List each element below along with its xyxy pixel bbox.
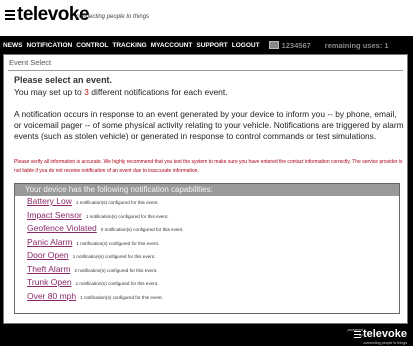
nav-tracking[interactable]: TRACKING [112,42,146,49]
main-nav: NEWS NOTIFICATION CONTROL TRACKING MYACC… [0,36,413,54]
capabilities-header: Your device has the following notificati… [15,184,399,196]
notification-explanation: A notification occurs in response to an … [14,109,404,141]
nav-myaccount[interactable]: MYACCOUNT [151,42,193,49]
event-link-theft-alarm[interactable]: Theft Alarm [27,264,70,274]
brand-tagline: connecting people to things [76,14,150,20]
accuracy-warning: Please verify all information is accurat… [14,159,403,174]
section-title: Event Select [9,58,52,67]
event-count: 1 notification(s) configured for this ev… [76,240,160,246]
logo-stripes-icon [5,9,15,20]
powered-by-label: powered by [347,327,363,337]
nav-notification[interactable]: NOTIFICATION [27,42,73,49]
account-indicator: 1234567 [268,40,311,50]
top-banner: televoke connecting people to things [0,0,413,36]
event-count: 2 notification(s) configured for this ev… [74,267,158,273]
limit-prefix: You may set up to [14,87,82,97]
event-link-over-80-mph[interactable]: Over 80 mph [27,291,76,301]
event-link-panic-alarm[interactable]: Panic Alarm [27,237,72,247]
title-divider [8,70,403,71]
remaining-uses-label: remaining uses: [324,40,383,50]
list-item: Geofence Violated 0 notification(s) conf… [27,223,399,237]
list-item: Panic Alarm 1 notification(s) configured… [27,237,399,251]
list-item: Impact Sensor 1 notification(s) configur… [27,210,399,224]
capabilities-list: Battery Low 1 notification(s) configured… [15,196,399,304]
nav-logout[interactable]: LOGOUT [232,42,260,49]
event-select-panel: Event Select Please select an event. You… [3,54,408,324]
event-link-battery-low[interactable]: Battery Low [27,196,72,206]
event-count: 1 notification(s) configured for this ev… [75,200,159,205]
event-count: 1 notification(s) configured for this ev… [80,294,163,300]
list-item: Trunk Open 1 notification(s) configured … [27,277,399,291]
footer-logo-text: televoke [362,328,407,340]
event-link-door-open[interactable]: Door Open [27,250,69,260]
event-count: 1 notification(s) configured for this ev… [85,213,169,219]
page-heading: Please select an event. [14,75,113,85]
nav-news[interactable]: NEWS [3,42,23,49]
list-item: Battery Low 1 notification(s) configured… [27,196,399,210]
event-link-trunk-open[interactable]: Trunk Open [27,277,72,287]
remaining-uses: remaining uses: 1 [325,41,389,50]
list-item: Theft Alarm 2 notification(s) configured… [27,264,399,278]
footer-tagline: connecting people to things [363,341,407,345]
event-count: 1 notification(s) configured for this ev… [72,254,156,259]
list-item: Door Open 1 notification(s) configured f… [27,250,399,264]
limit-suffix: different notifications for each event. [91,87,228,97]
capabilities-box: Your device has the following notificati… [14,183,400,314]
limit-value: 3 [84,87,89,97]
device-icon [268,41,279,49]
event-count: 1 notification(s) configured for this ev… [75,281,159,286]
event-count: 0 notification(s) configured for this ev… [100,227,184,232]
remaining-uses-value: 1 [384,40,389,50]
nav-support[interactable]: SUPPORT [196,42,227,49]
footer-branding: powered by televoke connecting people to… [348,326,407,345]
account-id: 1234567 [281,40,311,50]
event-link-impact-sensor[interactable]: Impact Sensor [27,210,82,220]
event-link-geofence-violated[interactable]: Geofence Violated [27,223,97,233]
notification-limit-text: You may set up to 3 different notificati… [14,87,228,97]
nav-control[interactable]: CONTROL [76,42,108,49]
list-item: Over 80 mph 1 notification(s) configured… [27,291,399,305]
